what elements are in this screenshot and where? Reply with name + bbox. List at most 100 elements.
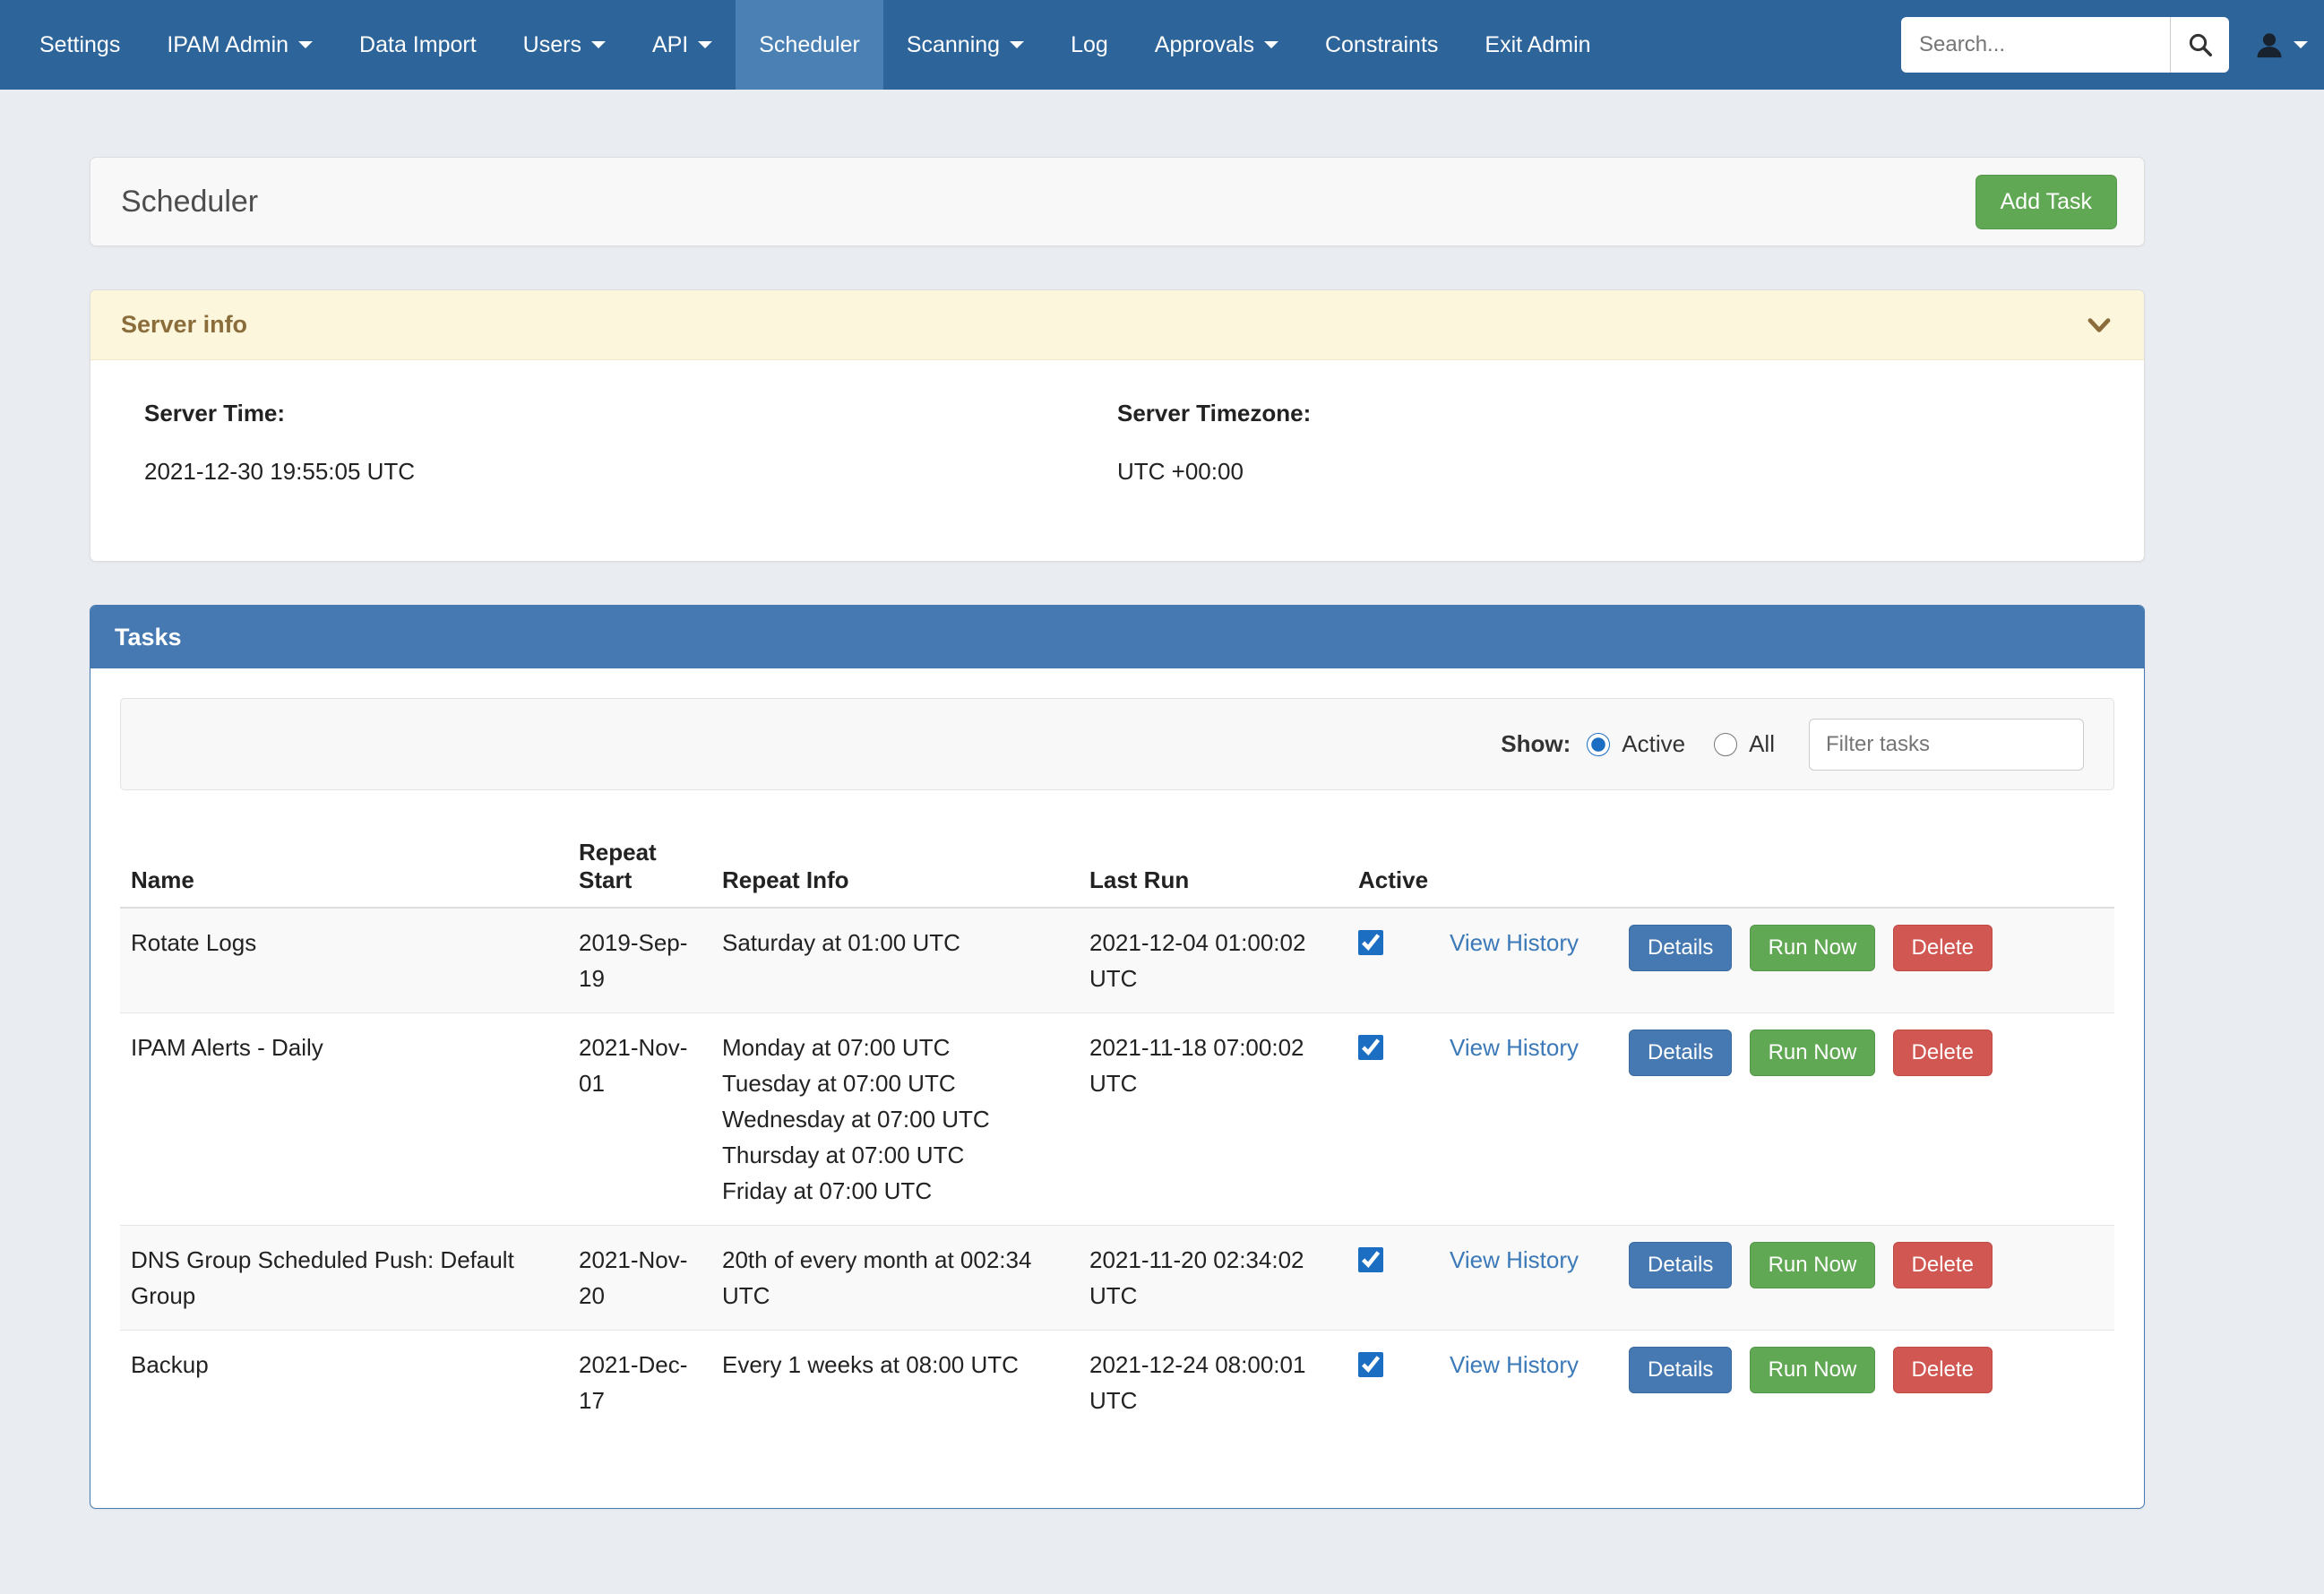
task-repeat-start: 2021-Dec-17	[568, 1331, 711, 1435]
nav-item-label: IPAM Admin	[167, 32, 288, 58]
nav-item-log[interactable]: Log	[1047, 0, 1132, 90]
task-repeat-start: 2019-Sep-19	[568, 908, 711, 1013]
search-input[interactable]	[1901, 17, 2170, 73]
nav-item-label: API	[652, 32, 688, 58]
nav-items: Settings IPAM Admin Data Import Users AP…	[16, 0, 1614, 90]
task-history-cell: View History	[1439, 1013, 1618, 1226]
task-repeat-info: 20th of every month at 002:34 UTC	[711, 1226, 1079, 1331]
task-actions-cell: Details Run Now Delete	[1618, 1226, 2114, 1331]
nav-item-approvals[interactable]: Approvals	[1132, 0, 1302, 90]
details-button[interactable]: Details	[1629, 1242, 1732, 1288]
search-group	[1901, 17, 2229, 73]
nav-item-label: Settings	[39, 32, 120, 58]
nav-item-label: Users	[523, 32, 581, 58]
all-radio-label: All	[1749, 730, 1775, 758]
user-icon	[2254, 30, 2285, 60]
add-task-button[interactable]: Add Task	[1975, 175, 2117, 229]
task-last-run: 2021-11-18 07:00:02 UTC	[1079, 1013, 1347, 1226]
column-header-blank	[1618, 826, 2114, 908]
task-repeat-info: Every 1 weeks at 08:00 UTC	[711, 1331, 1079, 1435]
details-button[interactable]: Details	[1629, 1030, 1732, 1076]
task-active-checkbox[interactable]	[1358, 1035, 1383, 1060]
task-name: Rotate Logs	[120, 908, 568, 1013]
tasks-toolbar: Show: Active All	[120, 698, 2114, 790]
nav-item-label: Data Import	[359, 32, 477, 58]
task-active-checkbox[interactable]	[1358, 1352, 1383, 1377]
server-info-title: Server info	[121, 311, 247, 339]
nav-item-ipam-admin[interactable]: IPAM Admin	[143, 0, 336, 90]
view-history-link[interactable]: View History	[1450, 1034, 1579, 1061]
nav-item-label: Scheduler	[759, 32, 860, 58]
chevron-down-icon	[2294, 41, 2308, 48]
view-history-link[interactable]: View History	[1450, 1246, 1579, 1273]
task-actions-cell: Details Run Now Delete	[1618, 1331, 2114, 1435]
column-header-name: Name	[120, 826, 568, 908]
table-header-row: NameRepeat StartRepeat InfoLast RunActiv…	[120, 826, 2114, 908]
task-name: Backup	[120, 1331, 568, 1435]
nav-item-scanning[interactable]: Scanning	[883, 0, 1047, 90]
caret-down-icon	[1264, 41, 1278, 48]
server-timezone-block: Server Timezone: UTC +00:00	[1117, 400, 2090, 486]
caret-down-icon	[1010, 41, 1024, 48]
search-button[interactable]	[2170, 17, 2229, 73]
caret-down-icon	[298, 41, 313, 48]
view-history-link[interactable]: View History	[1450, 929, 1579, 956]
nav-item-scheduler[interactable]: Scheduler	[736, 0, 883, 90]
nav-item-label: Scanning	[907, 32, 1000, 58]
server-time-label: Server Time:	[144, 400, 1117, 427]
server-info-header[interactable]: Server info	[90, 290, 2144, 360]
tasks-table: NameRepeat StartRepeat InfoLast RunActiv…	[120, 826, 2114, 1435]
filter-tasks-input[interactable]	[1809, 719, 2084, 771]
server-time-value: 2021-12-30 19:55:05 UTC	[144, 458, 1117, 486]
tasks-title: Tasks	[115, 624, 182, 651]
nav-item-exit-admin[interactable]: Exit Admin	[1461, 0, 1614, 90]
column-header-blank	[1439, 826, 1618, 908]
task-active-checkbox[interactable]	[1358, 930, 1383, 955]
all-radio[interactable]	[1714, 733, 1737, 756]
task-active-checkbox[interactable]	[1358, 1247, 1383, 1272]
delete-button[interactable]: Delete	[1893, 1347, 1993, 1393]
task-active-cell	[1347, 1226, 1439, 1331]
task-repeat-info: Monday at 07:00 UTCTuesday at 07:00 UTCW…	[711, 1013, 1079, 1226]
details-button[interactable]: Details	[1629, 1347, 1732, 1393]
nav-item-data-import[interactable]: Data Import	[336, 0, 500, 90]
delete-button[interactable]: Delete	[1893, 1242, 1993, 1288]
task-active-cell	[1347, 1013, 1439, 1226]
nav-item-label: Log	[1071, 32, 1108, 58]
column-header-last-run: Last Run	[1079, 826, 1347, 908]
nav-item-users[interactable]: Users	[500, 0, 629, 90]
table-row: Backup 2021-Dec-17 Every 1 weeks at 08:0…	[120, 1331, 2114, 1435]
task-repeat-start: 2021-Nov-20	[568, 1226, 711, 1331]
table-row: Rotate Logs 2019-Sep-19 Saturday at 01:0…	[120, 908, 2114, 1013]
main-content: Scheduler Add Task Server info Server Ti…	[90, 157, 2145, 1594]
show-label: Show:	[1501, 730, 1571, 758]
run-now-button[interactable]: Run Now	[1750, 1242, 1876, 1288]
run-now-button[interactable]: Run Now	[1750, 925, 1876, 971]
nav-item-api[interactable]: API	[629, 0, 736, 90]
tasks-header: Tasks	[90, 606, 2144, 668]
user-menu-button[interactable]	[2254, 30, 2308, 60]
nav-right	[1901, 0, 2308, 90]
filter-active-option[interactable]: Active	[1587, 730, 1685, 758]
tasks-panel: Tasks Show: Active All	[90, 605, 2145, 1509]
view-history-link[interactable]: View History	[1450, 1351, 1579, 1378]
delete-button[interactable]: Delete	[1893, 1030, 1993, 1076]
active-radio[interactable]	[1587, 733, 1610, 756]
task-history-cell: View History	[1439, 1331, 1618, 1435]
task-repeat-info: Saturday at 01:00 UTC	[711, 908, 1079, 1013]
server-timezone-value: UTC +00:00	[1117, 458, 2090, 486]
run-now-button[interactable]: Run Now	[1750, 1347, 1876, 1393]
delete-button[interactable]: Delete	[1893, 925, 1993, 971]
task-last-run: 2021-12-24 08:00:01 UTC	[1079, 1331, 1347, 1435]
nav-item-label: Approvals	[1155, 32, 1254, 58]
table-row: DNS Group Scheduled Push: Default Group …	[120, 1226, 2114, 1331]
nav-item-settings[interactable]: Settings	[16, 0, 143, 90]
filter-all-option[interactable]: All	[1714, 730, 1775, 758]
details-button[interactable]: Details	[1629, 925, 1732, 971]
chevron-down-icon[interactable]	[2085, 311, 2113, 340]
task-history-cell: View History	[1439, 1226, 1618, 1331]
nav-item-constraints[interactable]: Constraints	[1302, 0, 1461, 90]
caret-down-icon	[698, 41, 712, 48]
run-now-button[interactable]: Run Now	[1750, 1030, 1876, 1076]
column-header-active: Active	[1347, 826, 1439, 908]
